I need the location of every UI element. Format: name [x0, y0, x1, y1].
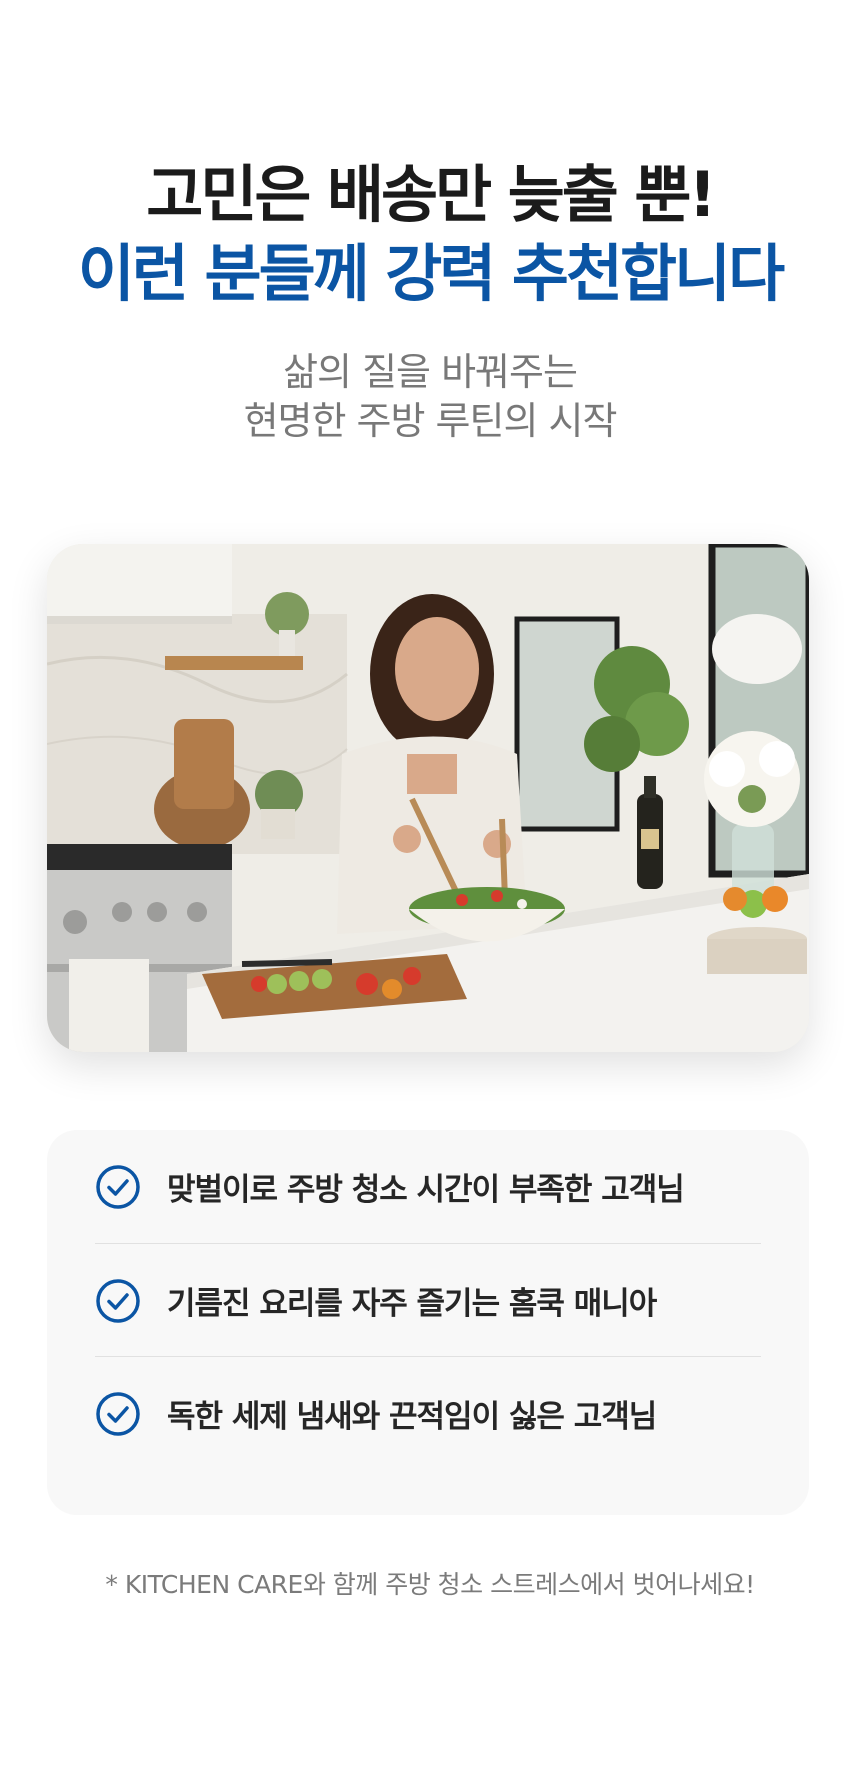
checklist-item: 맞벌이로 주방 청소 시간이 부족한 고객님: [95, 1130, 761, 1243]
checklist-item-text: 독한 세제 냄새와 끈적임이 싫은 고객님: [167, 1399, 657, 1435]
subheadline-line-1: 삶의 질을 바꿔주는: [283, 350, 578, 394]
subheadline: 삶의 질을 바꿔주는 현명한 주방 루틴의 시작: [0, 348, 860, 447]
checklist-item-text: 기름진 요리를 자주 즐기는 홈쿡 매니아: [167, 1286, 657, 1322]
check-circle-icon: [95, 1278, 141, 1324]
headline: 고민은 배송만 늦출 뿐! 이런 분들께 강력 추천합니다: [0, 155, 860, 314]
subheadline-line-2: 현명한 주방 루틴의 시작: [243, 399, 618, 444]
checklist-item: 독한 세제 냄새와 끈적임이 싫은 고객님: [95, 1356, 761, 1470]
check-circle-icon: [95, 1391, 141, 1437]
check-circle-icon: [95, 1164, 141, 1210]
checklist-item: 기름진 요리를 자주 즐기는 홈쿡 매니아: [95, 1243, 761, 1357]
hero-kitchen-photo: [47, 544, 809, 1052]
headline-line-2: 이런 분들께 강력 추천합니다: [77, 237, 785, 311]
page: 고민은 배송만 늦출 뿐! 이런 분들께 강력 추천합니다 삶의 질을 바꿔주는…: [0, 0, 860, 1776]
headline-line-1: 고민은 배송만 늦출 뿐!: [146, 158, 716, 231]
recommendation-checklist: 맞벌이로 주방 청소 시간이 부족한 고객님 기름진 요리를 자주 즐기는 홈쿡…: [47, 1130, 809, 1515]
kitchen-scene-illustration: [47, 544, 809, 1052]
footnote: * KITCHEN CARE와 함께 주방 청소 스트레스에서 벗어나세요!: [105, 1570, 755, 1599]
checklist-item-text: 맞벌이로 주방 청소 시간이 부족한 고객님: [167, 1172, 685, 1208]
